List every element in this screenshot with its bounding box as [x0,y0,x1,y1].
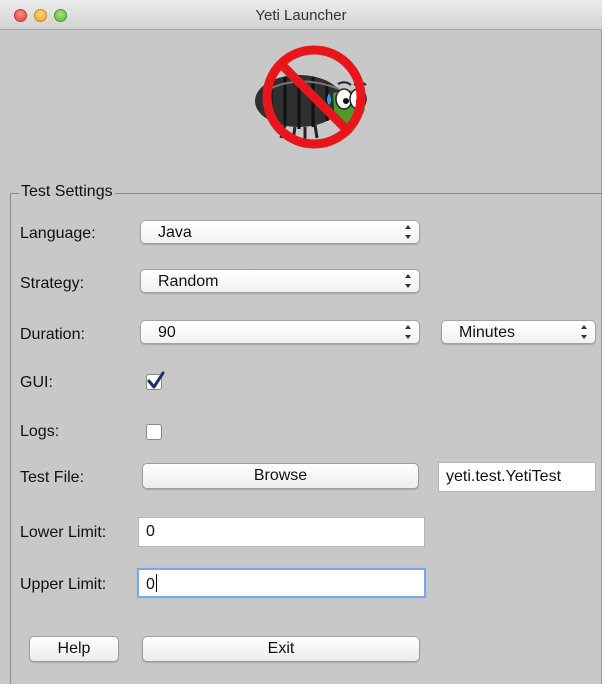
test-settings-title: Test Settings [19,183,115,201]
language-value: Java [158,224,192,241]
no-bug-icon [241,43,387,151]
up-down-arrows-icon [580,325,588,339]
lower-limit-input[interactable]: 0 [138,517,425,547]
duration-unit-value: Minutes [459,324,516,341]
up-down-arrows-icon [404,325,412,339]
browse-button[interactable]: Browse [142,463,419,489]
language-select[interactable]: Java [140,220,420,244]
test-settings-group [10,193,602,684]
test-file-label: Test File: [20,469,85,486]
duration-label: Duration: [20,326,85,343]
exit-button[interactable]: Exit [142,636,420,662]
up-down-arrows-icon [404,225,412,239]
strategy-select[interactable]: Random [140,269,420,293]
strategy-value: Random [158,273,219,290]
checkmark-icon [147,371,165,389]
lower-limit-label: Lower Limit: [20,524,107,541]
title-bar[interactable]: Yeti Launcher [0,0,602,30]
gui-label: GUI: [20,374,53,391]
test-file-field[interactable]: yeti.test.YetiTest [438,462,596,492]
app-window: Yeti Launcher Test Settings Language: Ja… [0,0,602,684]
text-caret [155,574,157,592]
upper-limit-value: 0 [146,576,155,593]
upper-limit-label: Upper Limit: [20,576,107,593]
logs-label: Logs: [20,423,60,440]
strategy-label: Strategy: [20,275,85,292]
duration-unit-select[interactable]: Minutes [441,320,596,344]
upper-limit-input[interactable]: 0 [137,568,426,598]
window-title: Yeti Launcher [255,7,347,24]
duration-value: 90 [158,324,176,341]
logs-checkbox[interactable] [146,424,162,440]
gui-checkbox[interactable] [146,371,165,390]
duration-select[interactable]: 90 [140,320,420,344]
help-button[interactable]: Help [29,636,119,662]
up-down-arrows-icon [404,274,412,288]
language-label: Language: [20,225,96,242]
